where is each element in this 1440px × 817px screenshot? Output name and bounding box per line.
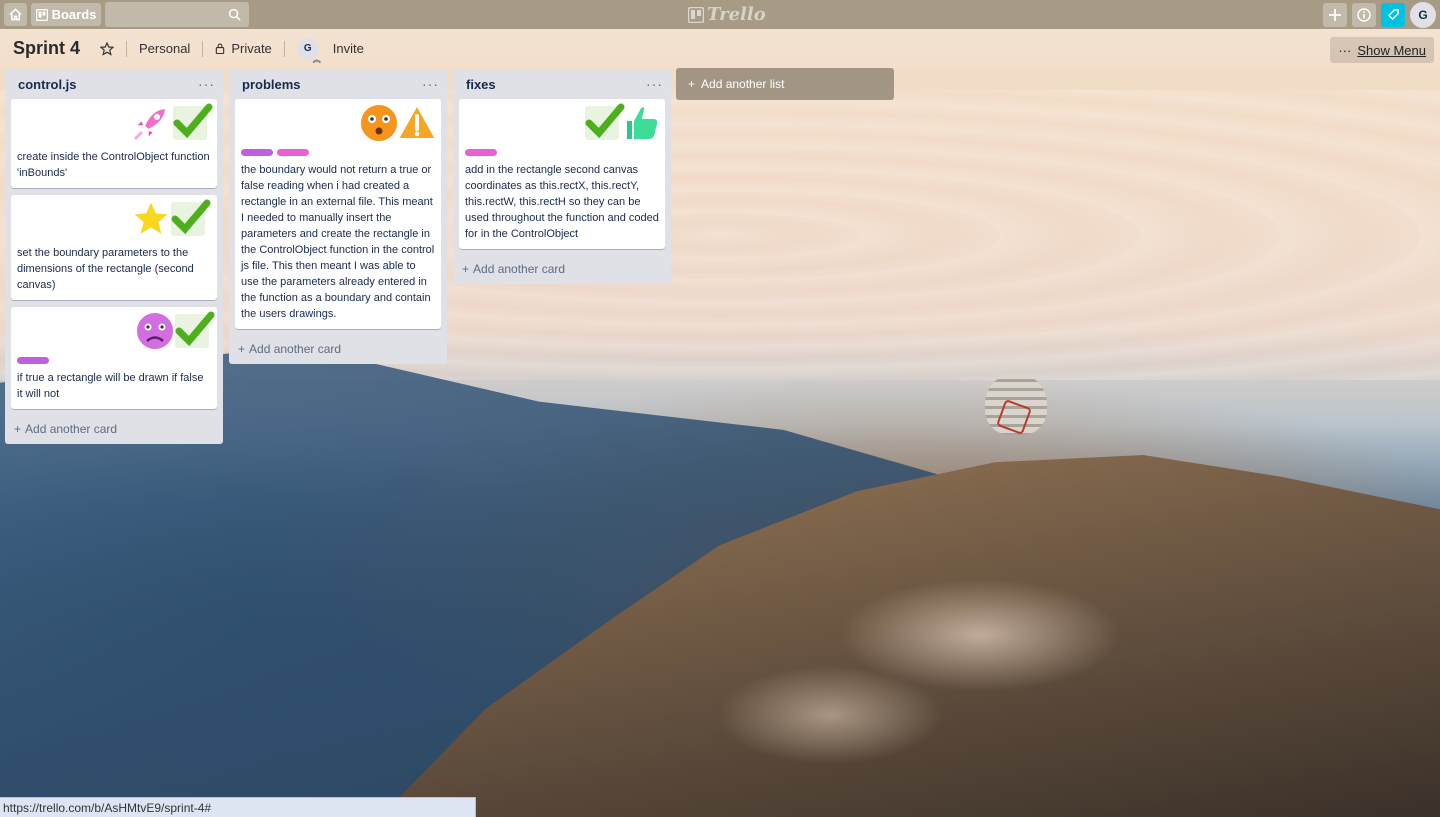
- admin-chevron-icon: ︽: [312, 54, 321, 64]
- plus-icon: +: [462, 262, 470, 276]
- visibility-label: Private: [231, 41, 272, 56]
- check-sticker-icon: [167, 197, 211, 241]
- warning-sticker-icon: [395, 101, 439, 145]
- board-title[interactable]: Sprint 4: [13, 38, 80, 59]
- rocket-sticker-icon: [129, 101, 173, 145]
- list-header: problems ···: [235, 69, 441, 99]
- invite-label: Invite: [332, 41, 364, 56]
- info-button[interactable]: [1352, 2, 1376, 27]
- plus-icon: +: [238, 342, 246, 356]
- more-dots-icon: ···: [1338, 42, 1352, 58]
- boards-icon: [35, 8, 48, 21]
- add-card-label: Add another card: [473, 262, 566, 276]
- add-card-button[interactable]: + Add another card: [235, 336, 441, 356]
- trello-logo-icon: [688, 6, 704, 23]
- card-stickers: [465, 99, 660, 149]
- card-text: if true a rectangle will be drawn if fal…: [17, 372, 204, 400]
- check-sticker-icon: [169, 101, 213, 145]
- trello-logo-text: Trello: [707, 4, 766, 25]
- list-control-js: control.js ··· create inside the Control…: [5, 69, 223, 444]
- card-label-purple[interactable]: [17, 357, 49, 364]
- boards-label: Boards: [51, 7, 97, 22]
- card-stickers: [17, 307, 215, 357]
- add-card-label: Add another card: [25, 422, 118, 436]
- header-separator: [126, 40, 128, 57]
- list-menu-icon[interactable]: ···: [422, 76, 439, 92]
- plus-icon: [1329, 8, 1341, 21]
- plus-icon: +: [14, 422, 22, 436]
- top-navigation-bar: Boards Trello G: [0, 0, 1440, 29]
- card[interactable]: if true a rectangle will be drawn if fal…: [11, 307, 217, 409]
- visibility-button[interactable]: Private: [207, 41, 279, 56]
- list-title[interactable]: control.js: [18, 77, 77, 92]
- create-button[interactable]: [1323, 2, 1347, 27]
- card-labels: [241, 149, 435, 156]
- list-header: fixes ···: [459, 69, 665, 99]
- card-stickers: [241, 99, 437, 149]
- add-list-button[interactable]: + Add another list: [676, 68, 894, 100]
- team-button[interactable]: Personal: [131, 41, 198, 56]
- list-problems: problems ··· the boundary would not retu…: [229, 69, 447, 364]
- search-icon[interactable]: [228, 8, 241, 21]
- user-avatar[interactable]: G: [1410, 1, 1436, 28]
- card-labels: [17, 357, 211, 364]
- browser-status-url: https://trello.com/b/AsHMtvE9/sprint-4#: [0, 797, 476, 817]
- check-sticker-icon: [171, 309, 215, 353]
- card[interactable]: the boundary would not return a true or …: [235, 99, 441, 329]
- card-stickers: [17, 99, 213, 149]
- card-text: create inside the ControlObject function…: [17, 151, 210, 179]
- background-paraglider: [985, 373, 1047, 435]
- show-menu-label: Show Menu: [1357, 42, 1426, 58]
- list-header: control.js ···: [11, 69, 217, 99]
- card-text: add in the rectangle second canvas coord…: [465, 164, 659, 240]
- card[interactable]: add in the rectangle second canvas coord…: [459, 99, 665, 249]
- show-menu-button[interactable]: ··· Show Menu: [1330, 37, 1434, 63]
- card-label-pink[interactable]: [277, 149, 309, 156]
- boards-button[interactable]: Boards: [31, 3, 101, 26]
- card-text: set the boundary parameters to the dimen…: [17, 247, 194, 291]
- card-text: the boundary would not return a true or …: [241, 164, 435, 320]
- card-label-purple[interactable]: [241, 149, 273, 156]
- plus-icon: +: [688, 77, 696, 91]
- card-labels: [465, 149, 659, 156]
- notification-icon: [1387, 9, 1399, 21]
- home-button[interactable]: [4, 3, 27, 26]
- notifications-button[interactable]: [1381, 2, 1405, 27]
- invite-button[interactable]: Invite: [325, 41, 372, 56]
- trello-logo[interactable]: Trello: [688, 4, 766, 25]
- list-menu-icon[interactable]: ···: [198, 76, 215, 92]
- team-label: Personal: [139, 41, 191, 56]
- thumbs-up-sticker-icon: [619, 101, 663, 145]
- search-box: [105, 2, 249, 27]
- member-avatar[interactable]: G ︽: [296, 37, 321, 64]
- add-card-label: Add another card: [249, 342, 342, 356]
- list-title[interactable]: fixes: [466, 77, 496, 92]
- card[interactable]: create inside the ControlObject function…: [11, 99, 217, 188]
- add-card-button[interactable]: + Add another card: [11, 416, 217, 436]
- info-icon: [1357, 7, 1371, 22]
- topbar-right-actions: G: [1323, 1, 1436, 28]
- member-initial: G: [303, 43, 312, 54]
- header-separator: [283, 40, 285, 57]
- list-title[interactable]: problems: [242, 77, 301, 92]
- list-fixes: fixes ··· add in the rectangle second ca…: [453, 69, 671, 284]
- star-icon[interactable]: [100, 41, 115, 56]
- header-separator: [202, 40, 204, 57]
- add-card-button[interactable]: + Add another card: [459, 256, 665, 276]
- card[interactable]: set the boundary parameters to the dimen…: [11, 195, 217, 300]
- add-list-label: Add another list: [701, 77, 785, 91]
- lock-icon: [216, 43, 225, 54]
- card-stickers: [17, 195, 211, 245]
- board-header: Sprint 4 Personal Private G ︽ Invite ···…: [0, 29, 1440, 68]
- card-label-pink[interactable]: [465, 149, 497, 156]
- home-icon: [9, 8, 22, 21]
- list-menu-icon[interactable]: ···: [646, 76, 663, 92]
